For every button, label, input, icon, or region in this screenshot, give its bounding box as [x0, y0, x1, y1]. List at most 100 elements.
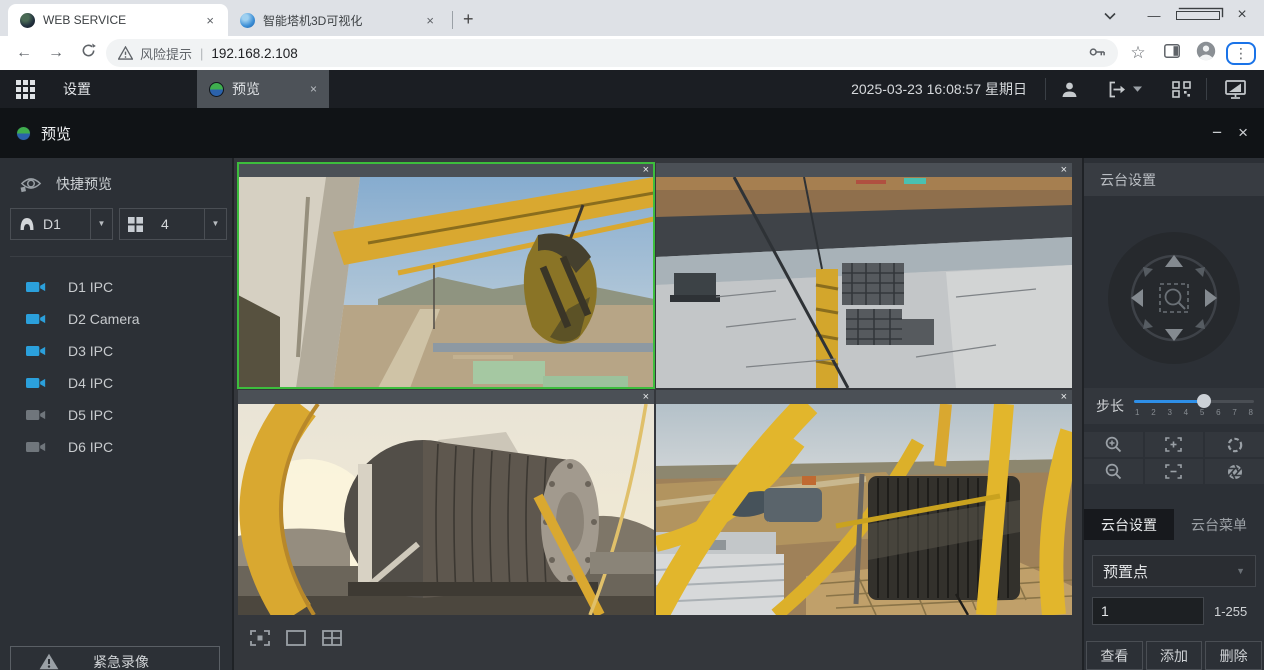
- delete-button[interactable]: 删除: [1205, 641, 1262, 670]
- browser-tab-web-service[interactable]: WEB SERVICE ×: [8, 4, 228, 36]
- video-feed-2: [656, 177, 1072, 388]
- video-pane-3[interactable]: ×: [238, 390, 654, 615]
- tab-close-icon[interactable]: ×: [202, 12, 218, 29]
- bookmark-star-icon[interactable]: ☆: [1124, 43, 1152, 63]
- qr-code-icon[interactable]: [1157, 81, 1206, 98]
- slider-knob[interactable]: [1197, 394, 1211, 408]
- add-button[interactable]: 添加: [1146, 641, 1203, 670]
- security-warning-text[interactable]: 风险提示: [140, 44, 192, 63]
- focus-in-button[interactable]: [1145, 432, 1204, 457]
- camera-item-d1[interactable]: D1 IPC: [0, 271, 232, 303]
- preset-dropdown[interactable]: 预置点 ▼: [1092, 555, 1256, 587]
- window-minimize-button[interactable]: —: [1132, 8, 1176, 23]
- pane-close-icon[interactable]: ×: [1056, 163, 1072, 177]
- dome-camera-icon: [19, 217, 35, 231]
- view-button[interactable]: 查看: [1086, 641, 1143, 670]
- ptz-panel: 云台设置 步长: [1082, 158, 1264, 670]
- camera-item-d2[interactable]: D2 Camera: [0, 303, 232, 335]
- side-panel-icon[interactable]: [1158, 44, 1186, 62]
- browser-tab-strip: WEB SERVICE × 智能塔机3D可视化 × + — ×: [0, 0, 1264, 36]
- sidebar: 快捷预览 D1 ▼ 4 ▼ D1 IPC: [0, 158, 234, 670]
- lens-icon: [209, 82, 224, 97]
- panel-minimize-icon[interactable]: −: [1212, 123, 1222, 143]
- key-icon[interactable]: [1089, 46, 1106, 61]
- layout-select[interactable]: 4 ▼: [119, 208, 227, 240]
- app-header: 设置 预览 × 2025-03-23 16:08:57 星期日: [0, 70, 1264, 108]
- new-tab-button[interactable]: +: [457, 9, 484, 36]
- pane-close-icon[interactable]: ×: [638, 163, 654, 177]
- video-pane-header: ×: [656, 163, 1072, 177]
- tab-search-chevron-icon[interactable]: [1088, 8, 1132, 23]
- video-pane-1[interactable]: ×: [238, 163, 654, 388]
- panel-close-icon[interactable]: ×: [1238, 123, 1248, 143]
- zoom-out-button[interactable]: [1084, 459, 1143, 484]
- video-pane-header: ×: [238, 390, 654, 404]
- panel-title-bar: 预览 − ×: [0, 108, 1264, 158]
- video-pane-4[interactable]: ×: [656, 390, 1072, 615]
- quad-view-icon[interactable]: [322, 630, 342, 646]
- web-service-favicon: [20, 13, 35, 28]
- tab-close-icon[interactable]: ×: [422, 12, 438, 29]
- chevron-down-icon[interactable]: ▼: [90, 209, 112, 239]
- single-view-icon[interactable]: [286, 630, 306, 646]
- preview-tab-close-icon[interactable]: ×: [310, 82, 317, 96]
- pane-close-icon[interactable]: ×: [638, 390, 654, 404]
- tab-ptz-settings[interactable]: 云台设置: [1084, 509, 1174, 540]
- forward-icon[interactable]: →: [40, 44, 72, 62]
- iris-close-button[interactable]: [1205, 459, 1264, 484]
- iris-open-button[interactable]: [1205, 432, 1264, 457]
- omnibox[interactable]: 风险提示 | 192.168.2.108: [106, 39, 1118, 67]
- window-close-button[interactable]: ×: [1220, 6, 1264, 24]
- lens-icon: [16, 126, 31, 141]
- step-slider[interactable]: 12 34 56 78: [1134, 392, 1254, 424]
- datetime-display: 2025-03-23 16:08:57 星期日: [851, 79, 1045, 99]
- tab-preview[interactable]: 预览 ×: [197, 70, 329, 108]
- warning-triangle-icon: [39, 653, 59, 670]
- apps-grid-icon[interactable]: [0, 70, 49, 108]
- chevron-down-icon[interactable]: ▼: [204, 209, 226, 239]
- grid-2x2-icon: [128, 217, 143, 232]
- video-toolbar: [250, 630, 1082, 646]
- tower-3d-favicon: [240, 13, 255, 28]
- video-pane-header: ×: [656, 390, 1072, 404]
- back-icon[interactable]: ←: [8, 44, 40, 62]
- screen-project-icon[interactable]: [1207, 80, 1264, 99]
- fullscreen-icon[interactable]: [250, 630, 270, 646]
- address-bar: ← → 风险提示 | 192.168.2.108 ☆ ⋮: [0, 36, 1264, 70]
- focus-out-button[interactable]: [1145, 459, 1204, 484]
- step-label: 步长: [1096, 396, 1124, 424]
- quick-preview-header: 快捷预览: [20, 174, 232, 194]
- emergency-record-button[interactable]: 紧急录像: [10, 646, 220, 670]
- channel-select[interactable]: D1 ▼: [10, 208, 113, 240]
- video-feed-1: [238, 177, 654, 388]
- ptz-tabs: 云台设置 云台菜单: [1084, 509, 1264, 540]
- camera-item-d6[interactable]: D6 IPC: [0, 431, 232, 463]
- zoom-in-button[interactable]: [1084, 432, 1143, 457]
- browser-tab-3d[interactable]: 智能塔机3D可视化 ×: [228, 4, 448, 36]
- ptz-pad[interactable]: [1107, 231, 1241, 365]
- camera-item-d4[interactable]: D4 IPC: [0, 367, 232, 399]
- chevron-down-icon: ▼: [1236, 566, 1245, 576]
- tab-ptz-menu[interactable]: 云台菜单: [1174, 509, 1264, 540]
- preset-number-input[interactable]: [1092, 597, 1204, 625]
- camcorder-icon: [26, 344, 46, 358]
- ptz-step-section: 步长 12 34 56 78: [1084, 388, 1264, 424]
- eye-magnifier-icon: [20, 175, 42, 193]
- user-icon[interactable]: [1046, 81, 1093, 98]
- camcorder-icon: [26, 312, 46, 326]
- window-restore-button[interactable]: [1176, 8, 1220, 23]
- reload-icon[interactable]: [72, 43, 104, 63]
- menu-settings[interactable]: 设置: [49, 70, 105, 108]
- pane-close-icon[interactable]: ×: [1056, 390, 1072, 404]
- video-pane-2[interactable]: ×: [656, 163, 1072, 388]
- camcorder-icon: [26, 376, 46, 390]
- logout-icon[interactable]: [1093, 81, 1157, 98]
- preset-actions: 查看 添加 删除: [1086, 641, 1262, 670]
- tab-title: WEB SERVICE: [43, 13, 202, 27]
- camera-item-d3[interactable]: D3 IPC: [0, 335, 232, 367]
- browser-menu-icon[interactable]: ⋮: [1226, 42, 1256, 65]
- tab-separator: [452, 11, 453, 29]
- profile-avatar-icon[interactable]: [1192, 41, 1220, 65]
- camera-item-d5[interactable]: D5 IPC: [0, 399, 232, 431]
- url-text[interactable]: 192.168.2.108: [211, 46, 297, 61]
